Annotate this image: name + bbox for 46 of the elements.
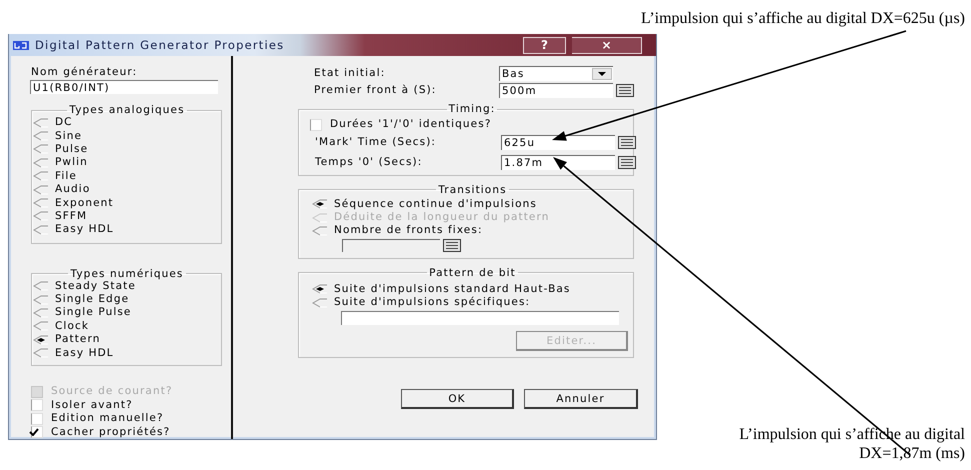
- option-label: SFFM: [55, 210, 88, 223]
- option-label: Easy HDL: [55, 223, 114, 236]
- option-label: Suite d'impulsions standard Haut-Bas: [334, 282, 570, 296]
- group-title: Pattern de bit: [428, 266, 517, 279]
- option-label: Steady State: [55, 280, 136, 293]
- window-title: Digital Pattern Generator Properties: [35, 38, 286, 52]
- group-title: Types analogiques: [68, 104, 186, 116]
- option-label: Pwlin: [55, 156, 88, 170]
- checkbox-label: Source de courant?: [51, 385, 173, 398]
- option-label: Pulse: [55, 142, 88, 156]
- input-field[interactable]: 1.87m: [501, 154, 615, 170]
- option-label: Audio: [55, 183, 90, 196]
- option-label: Easy HDL: [55, 346, 114, 360]
- name-field[interactable]: U1(RB0/INT): [30, 80, 218, 94]
- close-button[interactable]: ×: [572, 36, 642, 54]
- option-label: Exponent: [55, 196, 114, 210]
- input-field[interactable]: 500m: [499, 83, 613, 98]
- field-label: Temps '0' (Secs):: [315, 156, 424, 168]
- option-label: Single Edge: [55, 293, 130, 306]
- option-label: Nombre de fronts fixes:: [334, 224, 483, 238]
- option-label: Séquence continue d'impulsions: [334, 198, 537, 211]
- group-title: Types numériques: [69, 268, 184, 280]
- cancel-button[interactable]: Annuler: [524, 389, 638, 410]
- option-label: DC: [55, 116, 73, 130]
- option-label: Déduite de la longueur du pattern: [334, 211, 550, 224]
- dropdown[interactable]: Bas: [499, 66, 613, 81]
- checkbox-label: Edition manuelle?: [51, 412, 164, 426]
- input-field[interactable]: 625u: [501, 134, 615, 150]
- option-label: Clock: [55, 320, 90, 333]
- help-button[interactable]: ?: [523, 36, 566, 54]
- checkbox-label: Isoler avant?: [51, 398, 133, 412]
- checkbox-label: Cacher propriétés?: [51, 426, 170, 439]
- field-label: Nom générateur:: [31, 66, 138, 79]
- option-label: Pattern: [55, 333, 100, 346]
- field-label: 'Mark' Time (Secs):: [315, 136, 438, 148]
- option-label: Sine: [55, 130, 82, 143]
- option-label: Suite d'impulsions spécifiques:: [334, 296, 530, 310]
- group-title: Timing:: [448, 103, 496, 115]
- ok-button[interactable]: OK: [401, 389, 514, 410]
- group-title: Transitions: [437, 184, 508, 196]
- field-label: Etat initial:: [314, 67, 386, 80]
- option-label: File: [55, 170, 77, 183]
- checkbox-label: Durées '1'/'0' identiques?: [330, 118, 492, 132]
- option-label: Single Pulse: [55, 306, 132, 320]
- field-label: Premier front à (S):: [314, 84, 438, 97]
- annotation-text: L’impulsion qui s’affiche au digital DX=625u (µs): [641, 9, 965, 28]
